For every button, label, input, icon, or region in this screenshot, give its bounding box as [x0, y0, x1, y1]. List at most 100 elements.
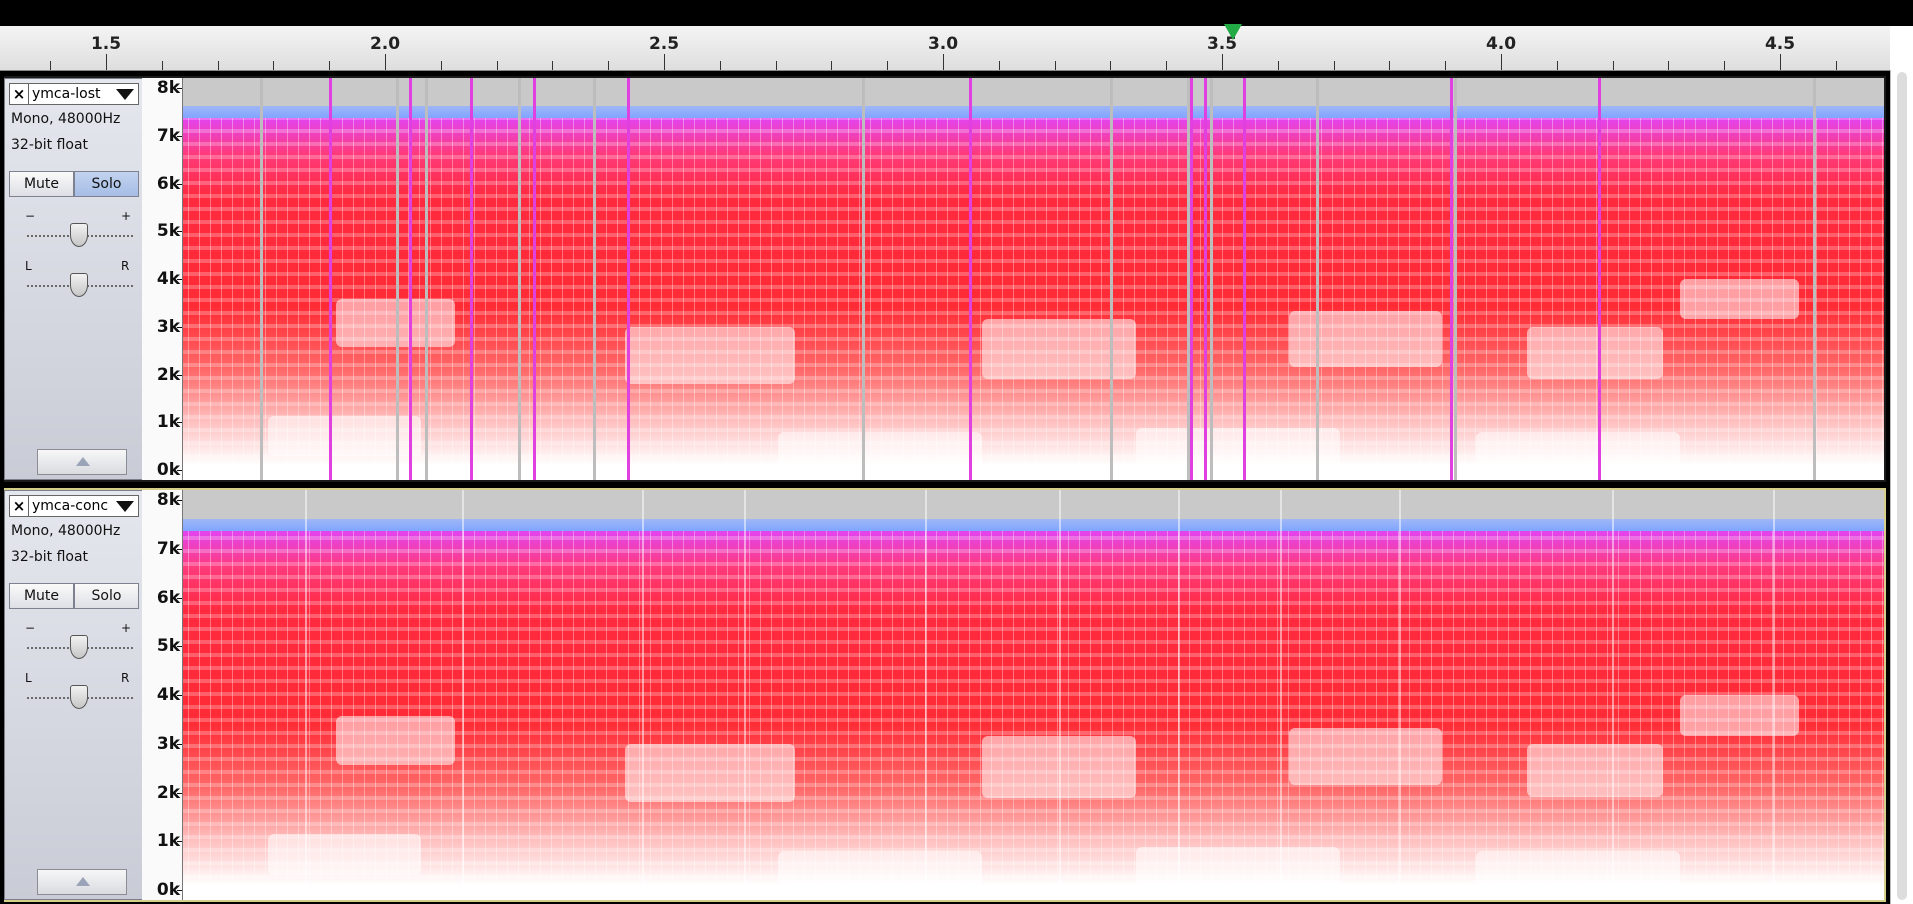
packet-loss-gap: [424, 78, 428, 480]
ruler-tick: [719, 61, 721, 70]
dropdown-arrow-icon[interactable]: [116, 500, 134, 512]
packet-loss-gap: [1315, 78, 1319, 480]
track-ymca-lost[interactable]: × ymca-lost Mono, 48000Hz 32-bit float M…: [0, 74, 1890, 484]
concealment-seam: [1280, 490, 1283, 900]
frequency-tick: [177, 279, 182, 280]
gain-slider-thumb[interactable]: [70, 223, 88, 247]
ruler-tick: [1445, 61, 1447, 70]
packet-loss-gap: [968, 78, 972, 480]
packet-loss-gap: [861, 78, 865, 480]
ruler-corner: [1890, 26, 1913, 70]
ruler-tick: [943, 54, 944, 70]
spectrogram-view[interactable]: [183, 78, 1884, 480]
packet-loss-gap: [1189, 78, 1193, 480]
track-control-panel: × ymca-conc Mono, 48000Hz 32-bit float M…: [4, 490, 144, 900]
spectrogram-highlight: [336, 715, 456, 765]
concealment-seam: [744, 490, 747, 900]
frequency-tick: [177, 841, 182, 843]
audacity-window: 1.52.02.53.03.54.04.55.05.56.06.57.07.5 …: [0, 0, 1913, 904]
ruler-tick: [1780, 54, 1781, 70]
ruler-tick: [1835, 61, 1837, 70]
spectrogram-highlight: [1526, 327, 1663, 380]
gain-minus-label: −: [25, 209, 36, 223]
concealment-seam: [924, 490, 927, 900]
track-name-menu[interactable]: ymca-lost: [29, 83, 139, 105]
pan-slider-thumb[interactable]: [70, 273, 88, 297]
pan-right-label: R: [121, 671, 130, 685]
ruler-tick: [1612, 61, 1614, 70]
frequency-tick: [177, 695, 182, 696]
close-track-icon[interactable]: ×: [9, 495, 29, 517]
gain-slider-thumb[interactable]: [70, 635, 88, 659]
spectrogram-highlight: [1135, 427, 1340, 468]
packet-loss-gap: [409, 78, 413, 480]
packet-loss-gap: [470, 78, 474, 480]
frequency-tick: [177, 743, 182, 745]
track-format: Mono, 48000Hz: [11, 111, 121, 127]
spectrogram-highlight: [1135, 846, 1340, 888]
concealment-seam: [461, 490, 464, 900]
packet-loss-gap: [1453, 78, 1457, 480]
packet-loss-gap: [395, 78, 399, 480]
ruler-tick-label: 2.0: [369, 34, 401, 54]
frequency-tick: [177, 548, 182, 550]
track-bit-depth: 32-bit float: [11, 549, 89, 565]
ruler-tick: [1110, 61, 1112, 70]
spectrogram-highlight: [1679, 695, 1799, 736]
ruler-tick: [385, 54, 386, 70]
mute-button[interactable]: Mute: [9, 171, 74, 197]
pan-slider-thumb[interactable]: [70, 685, 88, 709]
ruler-tick-label: 3.0: [927, 34, 959, 54]
track-name-menu[interactable]: ymca-conc: [29, 495, 139, 517]
ruler-tick: [273, 61, 275, 70]
dropdown-arrow-icon[interactable]: [116, 88, 134, 100]
collapse-track-button[interactable]: [37, 869, 127, 895]
packet-loss-gap: [1210, 78, 1214, 480]
concealment-seam: [1611, 490, 1614, 900]
spectrogram-highlight: [1679, 279, 1799, 320]
ruler-tick: [440, 61, 442, 70]
collapse-track-button[interactable]: [37, 449, 127, 475]
solo-button[interactable]: Solo: [74, 583, 139, 609]
packet-loss-gap: [1110, 78, 1114, 480]
track-name-label: ymca-lost: [32, 86, 101, 102]
pan-left-label: L: [25, 671, 32, 685]
close-track-icon[interactable]: ×: [9, 83, 29, 105]
frequency-tick: [177, 470, 182, 471]
frequency-tick: [177, 500, 182, 501]
spectrogram-highlight: [1475, 431, 1680, 468]
concealment-seam: [642, 490, 645, 900]
concealment-seam: [305, 490, 308, 900]
mute-button[interactable]: Mute: [9, 583, 74, 609]
ruler-tick: [1501, 54, 1502, 70]
spectrogram-view[interactable]: [183, 490, 1884, 900]
spectrogram-highlight: [1475, 850, 1680, 888]
track-ymca-conc[interactable]: × ymca-conc Mono, 48000Hz 32-bit float M…: [0, 486, 1890, 904]
frequency-ruler: 8k 7k 6k 5k 4k 3k 2k 1k 0k: [142, 78, 183, 480]
playhead-marker-icon[interactable]: [1224, 24, 1243, 40]
spectrogram-highlight: [778, 850, 983, 888]
ruler-tick: [106, 54, 107, 70]
ruler-tick: [1556, 61, 1558, 70]
ruler-tick: [1222, 54, 1223, 70]
concealment-seam: [1178, 490, 1181, 900]
ruler-tick: [1277, 61, 1279, 70]
ruler-tick: [1389, 61, 1391, 70]
packet-loss-gap: [1242, 78, 1246, 480]
timeline-ruler[interactable]: 1.52.02.53.03.54.04.55.05.56.06.57.07.5: [0, 26, 1893, 71]
ruler-tick: [775, 61, 777, 70]
solo-button[interactable]: Solo: [74, 171, 139, 197]
vertical-scrollbar[interactable]: [1890, 70, 1913, 904]
packet-loss-gap: [1598, 78, 1602, 480]
ruler-tick: [664, 54, 665, 70]
ruler-tick: [998, 61, 1000, 70]
packet-loss-gap: [592, 78, 596, 480]
concealment-seam: [1059, 490, 1061, 900]
ruler-tick-label: 2.5: [648, 34, 680, 54]
frequency-tick: [177, 422, 182, 424]
ruler-tick: [496, 61, 498, 70]
ruler-tick: [329, 61, 331, 70]
concealment-seam: [1773, 490, 1776, 900]
scrollbar-thumb[interactable]: [1897, 72, 1907, 900]
frequency-tick: [177, 890, 182, 891]
